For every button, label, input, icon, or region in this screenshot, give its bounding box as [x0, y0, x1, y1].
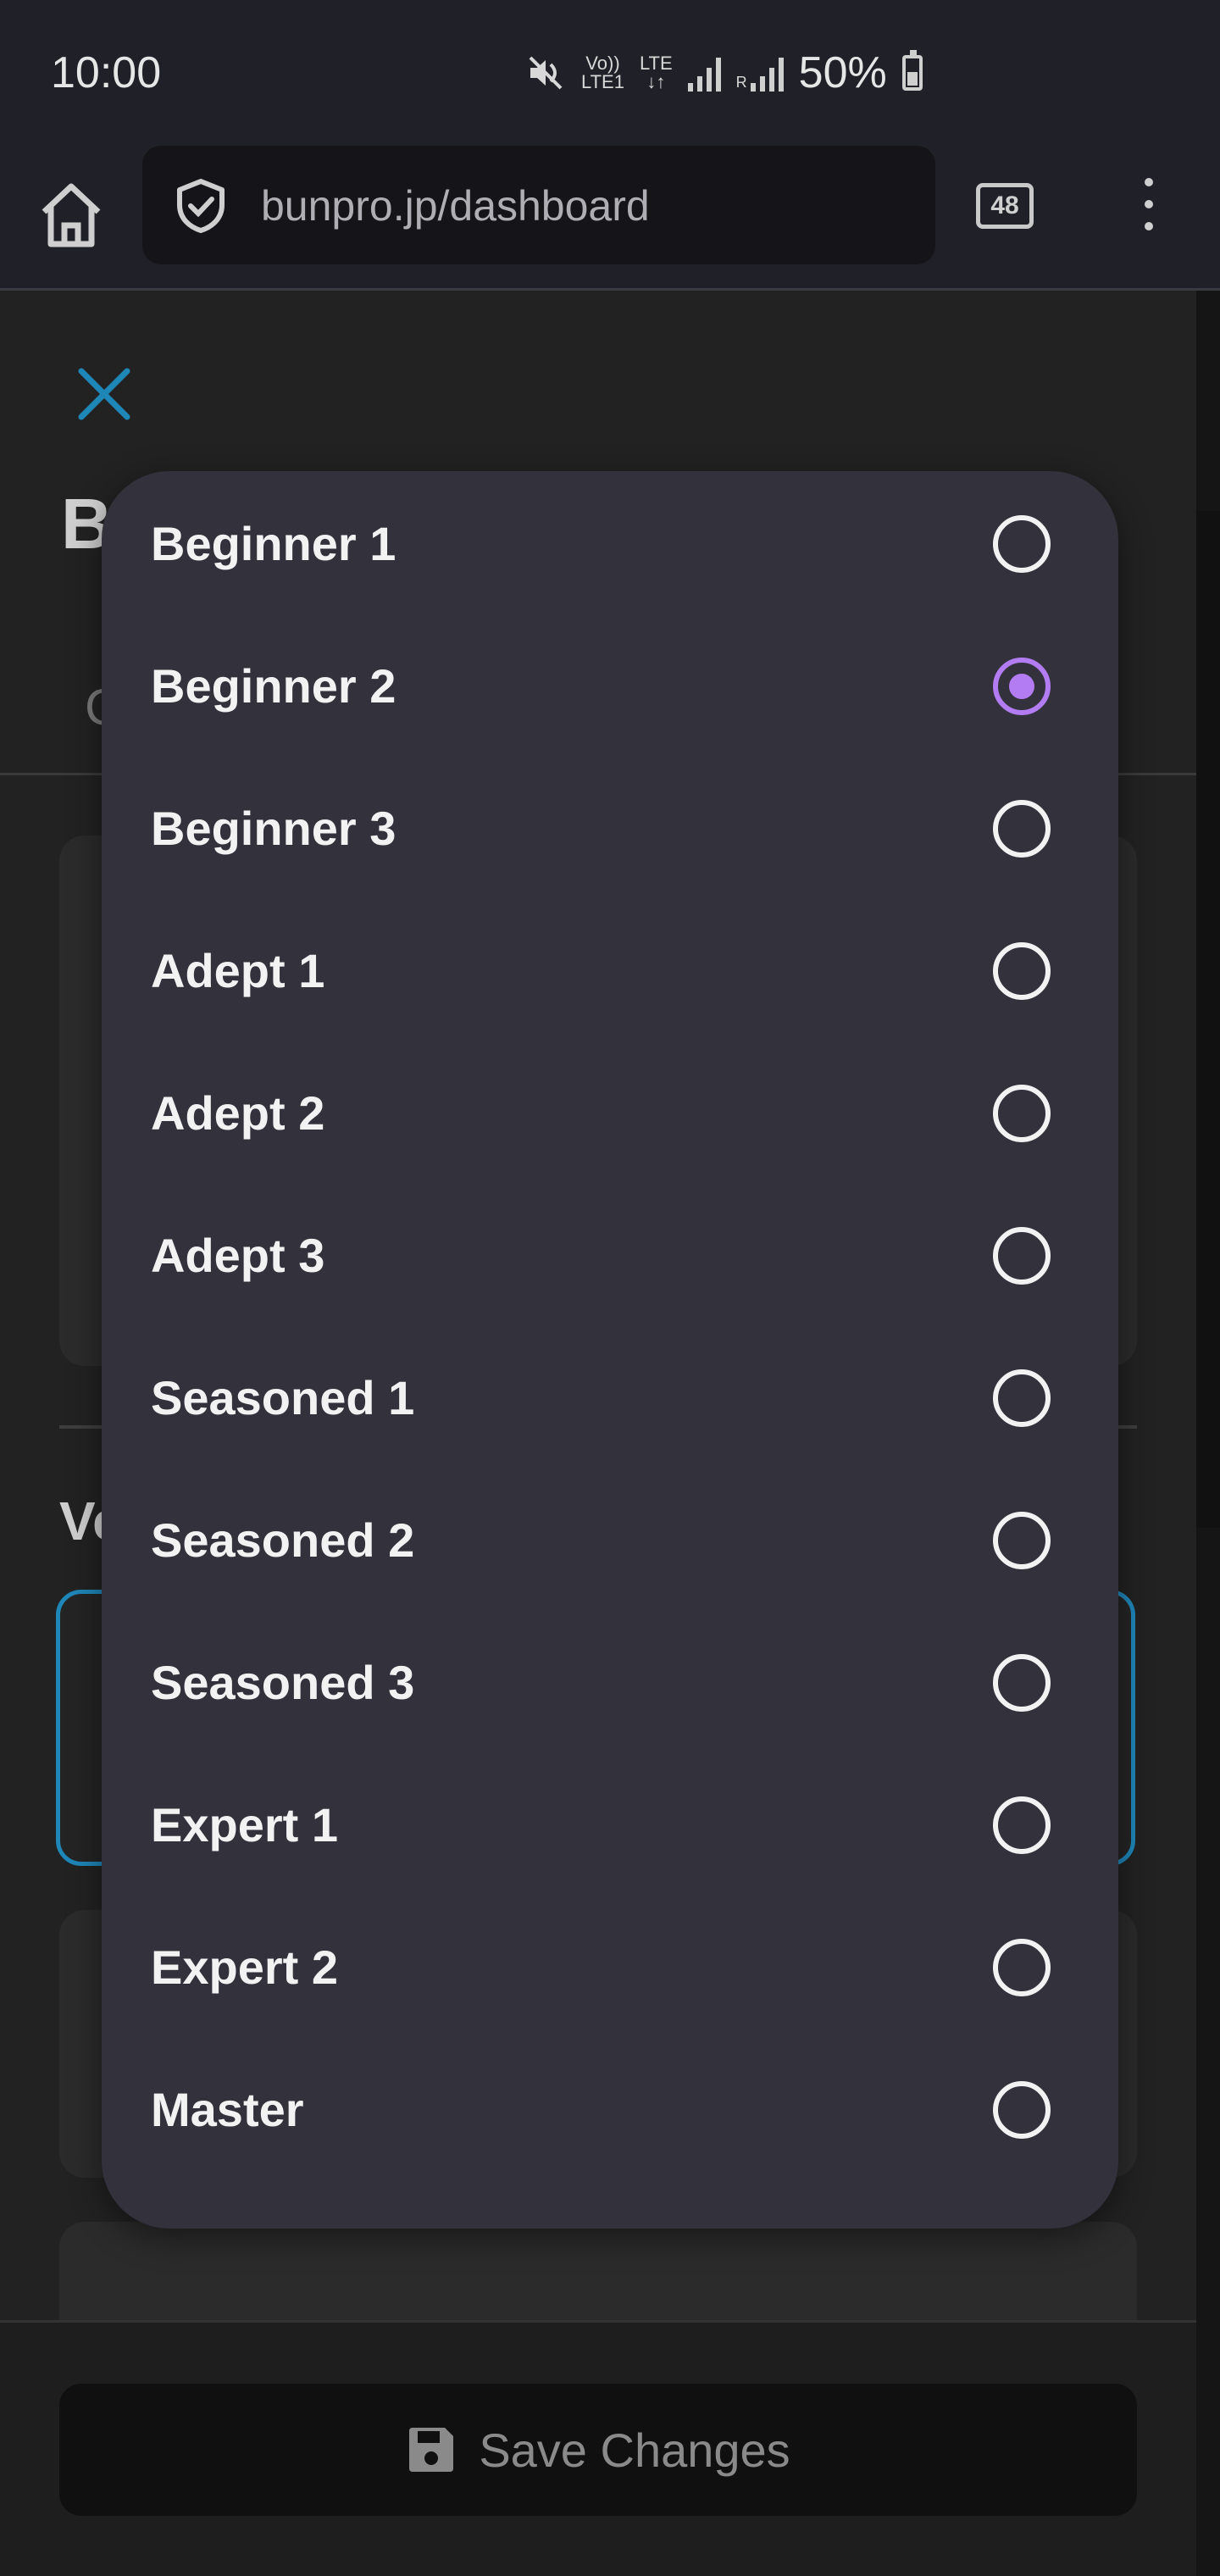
dropdown-option-label: Master: [151, 2083, 304, 2136]
battery-percent: 50%: [798, 48, 887, 97]
status-time: 10:00: [51, 48, 162, 97]
settings-card: [59, 2222, 1137, 2323]
radio-icon[interactable]: [993, 1227, 1051, 1285]
dropdown-option-label: Expert 2: [151, 1940, 338, 1994]
dropdown-option-label: Adept 2: [151, 1086, 325, 1140]
radio-icon[interactable]: [993, 1939, 1051, 1996]
dropdown-option-label: Seasoned 2: [151, 1513, 415, 1567]
volte-icon: Vo)) LTE1: [581, 53, 624, 92]
dropdown-option-label: Adept 3: [151, 1229, 325, 1282]
status-bar: 10:00 Vo)) LTE1 LTE ↓↑ R 50%: [0, 0, 1220, 146]
dropdown-option-label: Seasoned 1: [151, 1371, 415, 1424]
status-icons: Vo)) LTE1 LTE ↓↑ R 50%: [525, 47, 923, 98]
screen: 10:00 Vo)) LTE1 LTE ↓↑ R 50% bunpro.jp/d…: [0, 0, 1220, 2576]
save-button-label: Save Changes: [479, 2423, 790, 2477]
dropdown-option[interactable]: Beginner 1: [102, 473, 1118, 615]
dropdown-option[interactable]: Beginner 2: [102, 615, 1118, 758]
dropdown-option[interactable]: Seasoned 1: [102, 1327, 1118, 1469]
dropdown-option[interactable]: Expert 1: [102, 1754, 1118, 1896]
radio-icon[interactable]: [993, 1796, 1051, 1854]
mute-icon: [529, 56, 563, 90]
more-vert-icon[interactable]: [1130, 178, 1167, 239]
save-icon: [409, 2428, 454, 2472]
radio-icon[interactable]: [993, 1085, 1051, 1142]
radio-icon[interactable]: [993, 515, 1051, 573]
radio-icon[interactable]: [993, 2081, 1051, 2139]
dropdown-option-label: Adept 1: [151, 944, 325, 997]
radio-icon[interactable]: [993, 800, 1051, 858]
signal-icon: [687, 54, 721, 92]
radio-icon[interactable]: [993, 1512, 1051, 1569]
radio-icon[interactable]: [993, 1369, 1051, 1427]
level-dropdown: Beginner 1 Beginner 2 Beginner 3 Adept 1 Ade…: [102, 471, 1118, 2229]
signal-roaming-icon: R: [736, 54, 784, 92]
footer: Save Changes: [0, 2320, 1196, 2576]
dropdown-option-label: Expert 1: [151, 1798, 338, 1852]
home-icon[interactable]: [37, 176, 105, 253]
dropdown-option[interactable]: Expert 2: [102, 1896, 1118, 2039]
dropdown-option[interactable]: Adept 3: [102, 1185, 1118, 1327]
dropdown-option[interactable]: Master: [102, 2039, 1118, 2181]
url-text[interactable]: bunpro.jp/dashboard: [261, 181, 650, 230]
shield-check-icon[interactable]: [171, 176, 230, 236]
dropdown-option-label: Beginner 2: [151, 659, 396, 713]
dropdown-option[interactable]: Seasoned 3: [102, 1612, 1118, 1754]
url-bar[interactable]: bunpro.jp/dashboard: [142, 146, 935, 264]
dropdown-option-label: Seasoned 3: [151, 1656, 415, 1709]
close-icon[interactable]: [76, 366, 132, 422]
save-button[interactable]: Save Changes: [59, 2384, 1137, 2516]
tabs-icon[interactable]: 48: [976, 183, 1034, 229]
side-panel-edge: [1196, 291, 1220, 2576]
browser-toolbar: bunpro.jp/dashboard 48: [0, 146, 1220, 291]
dropdown-option[interactable]: Seasoned 2: [102, 1469, 1118, 1612]
dropdown-option[interactable]: Adept 2: [102, 1042, 1118, 1185]
dropdown-option-label: Beginner 1: [151, 517, 396, 570]
dropdown-option[interactable]: Beginner 3: [102, 758, 1118, 900]
radio-icon[interactable]: [993, 1654, 1051, 1712]
dropdown-option-label: Beginner 3: [151, 802, 396, 855]
battery-charging-icon: [901, 50, 923, 91]
radio-icon[interactable]: [993, 942, 1051, 1000]
radio-selected-icon[interactable]: [993, 658, 1051, 715]
lte-icon: LTE ↓↑: [639, 53, 673, 92]
dropdown-option[interactable]: Adept 1: [102, 900, 1118, 1042]
